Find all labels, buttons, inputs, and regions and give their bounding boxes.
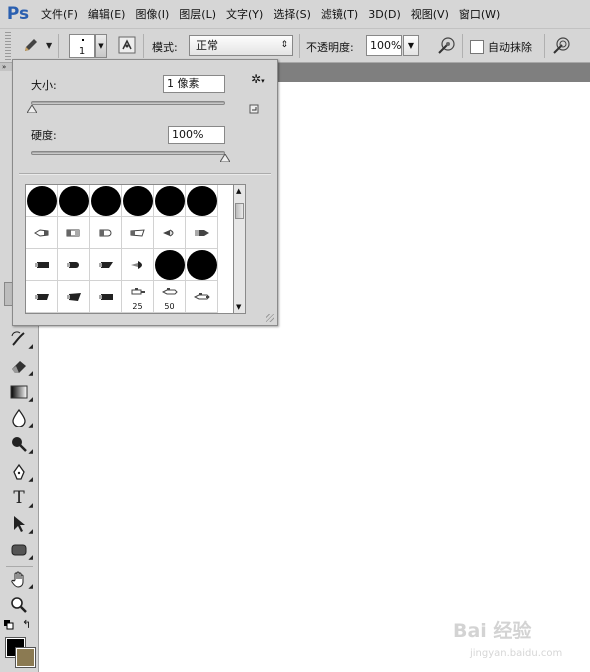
brush-panel-toggle-icon[interactable] bbox=[118, 36, 136, 54]
brush-preset-round-flat[interactable] bbox=[58, 249, 90, 281]
select-caret-icon: ⇕ bbox=[280, 40, 288, 50]
opacity-input[interactable]: 100% bbox=[366, 35, 402, 56]
brush-preset-fan[interactable] bbox=[122, 249, 154, 281]
default-colors-icon[interactable] bbox=[4, 620, 14, 630]
panel-resize-grip[interactable] bbox=[266, 314, 274, 322]
baidu-watermark-url: jingyan.baidu.com bbox=[470, 648, 563, 659]
menu-type[interactable]: 文字(Y) bbox=[221, 6, 268, 22]
size-slider-thumb[interactable] bbox=[27, 105, 37, 113]
separator bbox=[58, 34, 59, 58]
gradient-tool-icon[interactable]: ◢ bbox=[8, 381, 33, 403]
opacity-dropdown-button[interactable]: ▼ bbox=[403, 35, 419, 56]
menu-view[interactable]: 视图(V) bbox=[406, 6, 454, 22]
menu-bar: Ps 文件(F) 编辑(E) 图像(I) 图层(L) 文字(Y) 选择(S) 滤… bbox=[0, 0, 590, 28]
menu-layer[interactable]: 图层(L) bbox=[174, 6, 221, 22]
type-tool-icon[interactable]: T ◢ bbox=[8, 487, 33, 509]
brush-preset-angled[interactable] bbox=[26, 281, 58, 313]
brush-preset-angled[interactable] bbox=[90, 249, 122, 281]
brush-preset-bristle[interactable] bbox=[58, 217, 90, 249]
brush-preset-dropdown-button[interactable]: ▼ bbox=[95, 34, 107, 58]
brush-preset-hard-round[interactable] bbox=[154, 249, 186, 281]
brush-preset-hard-round[interactable] bbox=[122, 185, 154, 217]
brush-preset-hard-round[interactable] bbox=[154, 185, 186, 217]
options-grip[interactable] bbox=[5, 32, 11, 60]
scroll-up-icon[interactable]: ▲ bbox=[236, 187, 241, 195]
brush-dot-icon bbox=[82, 39, 84, 41]
scrollbar-thumb[interactable] bbox=[235, 203, 244, 219]
menu-filter[interactable]: 滤镜(T) bbox=[316, 6, 363, 22]
hardness-slider-thumb[interactable] bbox=[220, 154, 230, 162]
brush-preset-flat[interactable] bbox=[90, 281, 122, 313]
brush-preset-panel: 大小: 1 像素 ✲▾ 硬度: 100% 25 50 ▲ ▼ bbox=[12, 59, 278, 326]
preset-size-label: 50 bbox=[164, 302, 175, 311]
size-label: 大小: bbox=[31, 79, 57, 92]
path-selection-tool-icon[interactable]: ◢ bbox=[8, 513, 33, 535]
separator bbox=[544, 34, 545, 58]
separator bbox=[143, 34, 144, 58]
options-bar: ▼ 1 ▼ 模式: 正常 ⇕ 不透明度: 100% ▼ 自动抹除 bbox=[0, 28, 590, 63]
menu-select[interactable]: 选择(S) bbox=[268, 6, 316, 22]
brush-preset-grid: 25 50 bbox=[25, 184, 234, 314]
photoshop-logo: Ps bbox=[6, 4, 30, 24]
menu-3d[interactable]: 3D(D) bbox=[363, 8, 406, 21]
eraser-tool-icon[interactable]: ◢ bbox=[8, 355, 33, 377]
brush-preset-hard-round[interactable] bbox=[90, 185, 122, 217]
scroll-down-icon[interactable]: ▼ bbox=[236, 303, 241, 311]
toolbar-divider bbox=[6, 566, 33, 567]
separator bbox=[299, 34, 300, 58]
menu-edit[interactable]: 编辑(E) bbox=[83, 6, 131, 22]
rectangle-tool-icon[interactable]: ◢ bbox=[8, 539, 33, 561]
brush-preset-airbrush-50[interactable]: 50 bbox=[154, 281, 186, 313]
brush-size-number: 1 bbox=[78, 46, 86, 57]
brush-preset-bristle[interactable] bbox=[122, 217, 154, 249]
brush-preset-hard-round[interactable] bbox=[26, 185, 58, 217]
pencil-tool-icon[interactable] bbox=[22, 36, 40, 54]
menu-window[interactable]: 窗口(W) bbox=[454, 6, 505, 22]
panel-divider bbox=[19, 173, 271, 175]
pen-tool-icon[interactable]: ◢ bbox=[8, 461, 33, 483]
dodge-tool-icon[interactable]: ◢ bbox=[8, 433, 33, 455]
hardness-input[interactable]: 100% bbox=[168, 126, 225, 144]
brush-preset-hard-round[interactable] bbox=[186, 185, 218, 217]
pressure-opacity-icon[interactable] bbox=[436, 36, 456, 56]
menu-image[interactable]: 图像(I) bbox=[130, 6, 174, 22]
brush-preset-airbrush[interactable] bbox=[186, 281, 218, 313]
brush-preset-bristle[interactable] bbox=[90, 217, 122, 249]
hardness-slider-track[interactable] bbox=[31, 151, 225, 155]
mode-label: 模式: bbox=[152, 41, 178, 54]
background-color-swatch[interactable] bbox=[15, 647, 36, 668]
baidu-watermark-logo: Bai 经验 bbox=[453, 620, 532, 642]
brush-preset-bristle[interactable] bbox=[186, 217, 218, 249]
history-brush-tool-icon[interactable]: ◢ bbox=[8, 328, 33, 350]
swap-colors-icon[interactable]: ↰ bbox=[22, 618, 31, 631]
mode-select[interactable]: 正常 ⇕ bbox=[189, 35, 293, 56]
brush-preset-airbrush-25[interactable]: 25 bbox=[122, 281, 154, 313]
brush-preset-picker[interactable]: 1 bbox=[69, 34, 95, 58]
menu-file[interactable]: 文件(F) bbox=[36, 6, 83, 22]
pressure-size-icon[interactable] bbox=[551, 36, 571, 56]
size-input[interactable]: 1 像素 bbox=[163, 75, 225, 93]
preset-size-label: 25 bbox=[132, 302, 143, 311]
zoom-tool-icon[interactable] bbox=[8, 594, 30, 616]
opacity-label: 不透明度: bbox=[306, 41, 354, 54]
restore-size-icon[interactable] bbox=[249, 104, 259, 114]
blur-tool-icon[interactable]: ◢ bbox=[8, 407, 33, 429]
separator bbox=[462, 34, 463, 58]
size-slider-track[interactable] bbox=[31, 101, 225, 105]
mode-value: 正常 bbox=[196, 39, 218, 52]
hand-tool-icon[interactable]: ◢ bbox=[8, 568, 33, 590]
tool-preset-arrow-icon[interactable]: ▼ bbox=[46, 41, 52, 50]
hardness-label: 硬度: bbox=[31, 129, 57, 142]
brush-preset-fan[interactable] bbox=[154, 217, 186, 249]
brush-preset-flat[interactable] bbox=[26, 249, 58, 281]
panel-settings-gear-icon[interactable]: ✲▾ bbox=[251, 72, 265, 86]
brush-preset-hard-round[interactable] bbox=[186, 249, 218, 281]
brush-preset-hard-round[interactable] bbox=[58, 185, 90, 217]
brush-preset-bristle[interactable] bbox=[26, 217, 58, 249]
brush-preset-angled[interactable] bbox=[58, 281, 90, 313]
auto-erase-label: 自动抹除 bbox=[488, 41, 532, 54]
auto-erase-checkbox[interactable] bbox=[470, 40, 484, 54]
preset-grid-scrollbar[interactable]: ▲ ▼ bbox=[234, 184, 246, 314]
